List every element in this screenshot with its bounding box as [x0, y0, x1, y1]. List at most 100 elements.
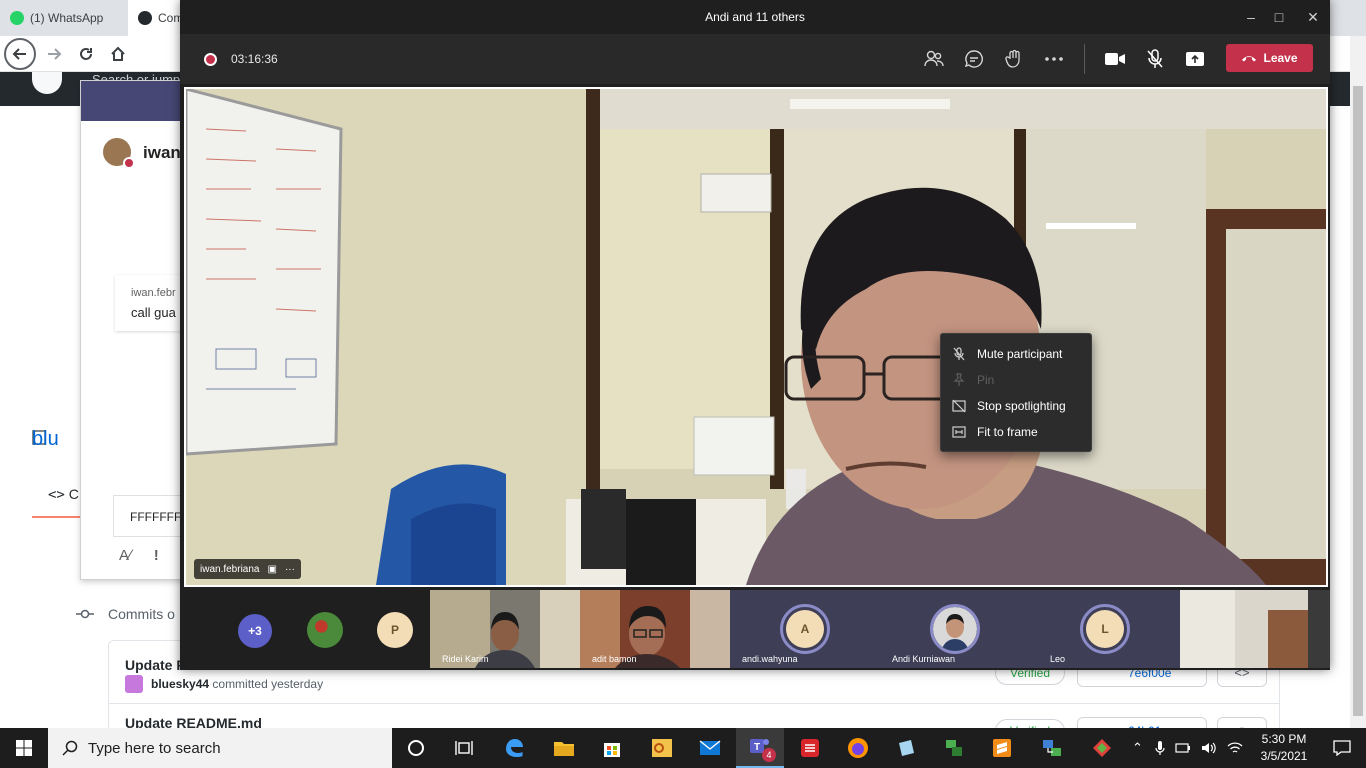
participant-name: Andi Kurniawan	[892, 654, 956, 664]
teams-taskbar-icon[interactable]: T 4	[736, 728, 784, 768]
commit-time: committed yesterday	[212, 677, 324, 691]
minimize-button[interactable]: –	[1236, 6, 1266, 28]
avatar[interactable]	[125, 675, 143, 693]
window-titlebar: Andi and 11 others – □ ✕	[180, 0, 1330, 34]
commits-date-label: Commits o	[108, 606, 175, 622]
volume-icon[interactable]	[1201, 741, 1217, 755]
github-logo-icon[interactable]	[32, 72, 62, 94]
git-app-icon[interactable]	[1078, 728, 1126, 768]
recording-icon	[204, 53, 217, 66]
whatsapp-icon	[10, 11, 24, 25]
code-icon: <>	[48, 487, 65, 503]
self-view-tile[interactable]	[1180, 590, 1330, 668]
start-button[interactable]	[0, 728, 48, 768]
menu-item-stop-spotlighting[interactable]: Stop spotlighting	[941, 393, 1093, 419]
tab-github[interactable]: Com	[128, 0, 188, 36]
raise-hand-icon[interactable]	[1002, 47, 1026, 71]
arrow-right-icon	[48, 48, 62, 60]
cortana-icon[interactable]	[392, 728, 440, 768]
wifi-icon[interactable]	[1227, 741, 1243, 755]
avatar[interactable]	[307, 612, 343, 648]
commit-icon	[76, 609, 94, 619]
avatar-initial[interactable]: P	[377, 612, 413, 648]
toolbar-divider	[1084, 44, 1085, 74]
network-app-icon[interactable]	[930, 728, 978, 768]
tab-code-label: C	[68, 486, 79, 502]
menu-item-label: Mute participant	[977, 347, 1063, 361]
menu-item-mute-participant[interactable]: Mute participant	[941, 341, 1093, 367]
commit-author[interactable]: bluesky44	[151, 677, 209, 691]
taskbar-search-input[interactable]: Type here to search	[48, 728, 392, 768]
taskbar-clock[interactable]: 5:30 PM 3/5/2021	[1254, 731, 1314, 765]
scrollbar-thumb[interactable]	[1353, 86, 1363, 716]
camera-icon[interactable]	[1103, 47, 1127, 71]
compose-toolbar: A∕ !	[119, 547, 159, 564]
reload-button[interactable]	[72, 40, 100, 68]
participants-icon[interactable]	[922, 47, 946, 71]
security-app-icon[interactable]	[786, 728, 834, 768]
leave-button[interactable]: Leave	[1226, 44, 1313, 72]
menu-item-label: Pin	[977, 373, 995, 387]
busy-status-icon	[123, 157, 135, 169]
avatar-initial: L	[1086, 610, 1124, 648]
menu-item-fit-to-frame[interactable]: Fit to frame	[941, 419, 1093, 445]
participant-context-menu: Mute participant Pin Stop spotlighting F…	[940, 333, 1092, 452]
participant-tile[interactable]: Ridei Karim	[430, 590, 580, 668]
tab-underline	[32, 516, 80, 518]
notifications-icon[interactable]	[1318, 728, 1366, 768]
microphone-icon[interactable]	[1155, 740, 1165, 756]
format-icon[interactable]: A∕	[119, 547, 132, 564]
clock-date: 3/5/2021	[1260, 749, 1308, 763]
commit-title[interactable]: Update F	[125, 657, 185, 673]
sublime-icon[interactable]	[978, 728, 1026, 768]
message-sender: iwan.febr	[131, 287, 176, 299]
mic-off-icon[interactable]	[1143, 47, 1167, 71]
spotlight-video[interactable]: iwan.febriana ▣ ···	[184, 87, 1328, 587]
clock-time: 5:30 PM	[1261, 732, 1307, 746]
teams-chat-panel: iwan iwan.febr call gua FFFFFFF A∕ !	[80, 80, 205, 580]
sticky-notes-icon[interactable]	[882, 728, 930, 768]
edge-icon[interactable]	[490, 728, 538, 768]
outlook-icon[interactable]	[638, 728, 686, 768]
chat-icon[interactable]	[962, 47, 986, 71]
maximize-button[interactable]: □	[1264, 6, 1294, 28]
back-button[interactable]	[4, 38, 36, 70]
file-explorer-icon[interactable]	[540, 728, 588, 768]
spotlight-icon: ▣	[267, 563, 277, 575]
participant-tile[interactable]: L Leo	[1030, 590, 1180, 668]
tab-label: (1) WhatsApp	[30, 11, 104, 25]
more-icon[interactable]	[1042, 47, 1066, 71]
commit-meta: bluesky44 committed yesterday	[151, 677, 323, 691]
battery-icon[interactable]	[1175, 742, 1191, 754]
mail-icon[interactable]	[686, 728, 734, 768]
important-icon[interactable]: !	[154, 547, 159, 564]
tab-whatsapp[interactable]: (1) WhatsApp	[0, 0, 128, 36]
close-button[interactable]: ✕	[1298, 6, 1328, 28]
menu-item-label: Stop spotlighting	[977, 399, 1066, 413]
overflow-participants-button[interactable]: +3	[238, 614, 272, 648]
forward-button[interactable]	[40, 40, 68, 68]
menu-item-label: Fit to frame	[977, 425, 1038, 439]
task-view-icon[interactable]	[440, 728, 488, 768]
network-connections-icon[interactable]	[1028, 728, 1076, 768]
chat-header-bar	[81, 81, 191, 121]
participant-tile[interactable]: A andi.wahyuna	[730, 590, 880, 668]
more-options-icon[interactable]: ···	[285, 564, 295, 575]
firefox-icon[interactable]	[834, 728, 882, 768]
participant-tile[interactable]: Andi Kurniawan	[880, 590, 1030, 668]
share-screen-icon[interactable]	[1183, 47, 1207, 71]
leave-label: Leave	[1263, 51, 1298, 65]
page-scrollbar[interactable]	[1350, 36, 1366, 728]
tab-code[interactable]: <> C	[48, 486, 79, 503]
spotlight-off-icon	[941, 399, 977, 413]
avatar: A	[780, 604, 830, 654]
participant-name: adit bamon	[592, 654, 637, 664]
store-icon[interactable]	[588, 728, 636, 768]
windows-taskbar: Type here to search T 4 ⌃ 5:30 PM 3/5/20…	[0, 728, 1366, 768]
reload-icon	[80, 48, 92, 60]
repo-title[interactable]: blu	[32, 428, 59, 451]
chevron-up-icon[interactable]: ⌃	[1132, 740, 1143, 756]
home-button[interactable]	[104, 40, 132, 68]
hangup-icon	[1242, 56, 1257, 62]
participant-tile[interactable]: adit bamon	[580, 590, 730, 668]
